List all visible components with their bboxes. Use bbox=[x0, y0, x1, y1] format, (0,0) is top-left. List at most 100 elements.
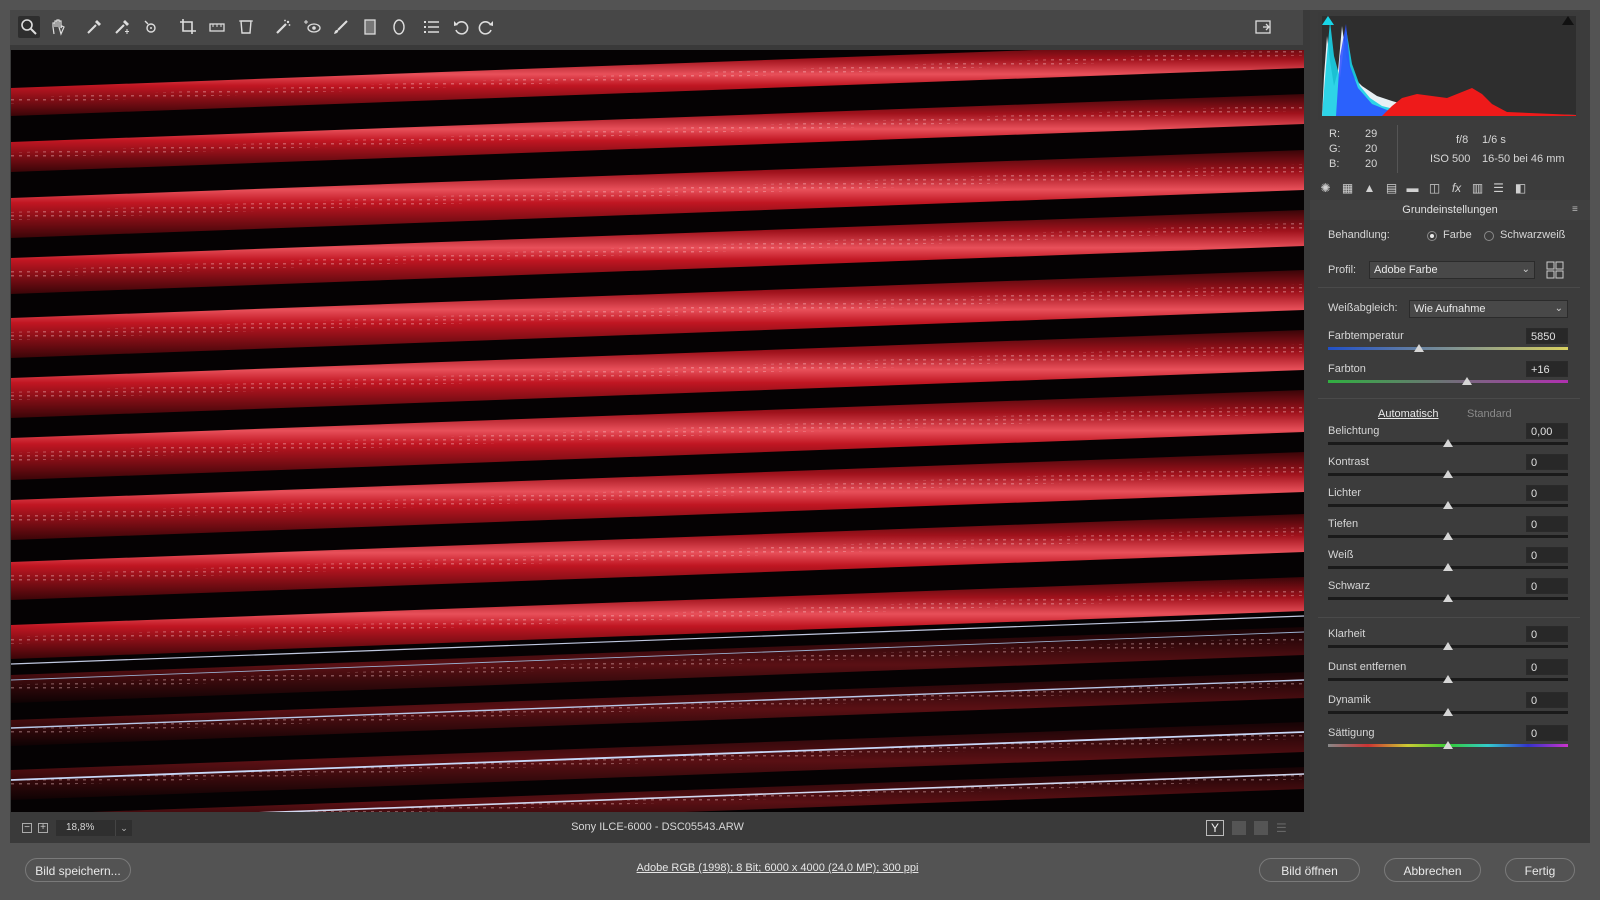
slider-track[interactable] bbox=[1328, 347, 1568, 350]
red-eye-icon[interactable] bbox=[301, 16, 323, 38]
calibration-tab-icon[interactable]: ▥ bbox=[1469, 179, 1486, 196]
slider-thumb[interactable] bbox=[1443, 741, 1453, 749]
snapshots-tab-icon[interactable]: ◧ bbox=[1512, 179, 1529, 196]
radial-filter-icon[interactable] bbox=[388, 16, 410, 38]
slider-value-field[interactable]: 0 bbox=[1526, 692, 1568, 708]
transform-icon[interactable] bbox=[235, 16, 257, 38]
preview-status-bar: − + 18,8% ⌄ Sony ILCE-6000 - DSC05543.AR… bbox=[10, 815, 1305, 843]
panel-tabs: ✺ ▦ ▲ ▤ ▬ ◫ fx ▥ ☰ ◧ bbox=[1315, 176, 1585, 200]
color-sampler-icon[interactable] bbox=[111, 16, 133, 38]
crop-icon[interactable] bbox=[177, 16, 199, 38]
treatment-color-label[interactable]: Farbe bbox=[1443, 229, 1472, 241]
slider-thumb[interactable] bbox=[1443, 675, 1453, 683]
fullscreen-icon[interactable] bbox=[1252, 16, 1274, 38]
slider-thumb[interactable] bbox=[1443, 563, 1453, 571]
slider-value-field[interactable]: 0 bbox=[1526, 516, 1568, 532]
open-image-button[interactable]: Bild öffnen bbox=[1259, 858, 1360, 882]
g-label: G: bbox=[1329, 143, 1341, 155]
slider-label: Schwarz bbox=[1328, 580, 1371, 592]
slider-label: Dunst entfernen bbox=[1328, 661, 1407, 673]
lens-corrections-tab-icon[interactable]: ◫ bbox=[1426, 179, 1443, 196]
panel-menu-icon[interactable]: ≡ bbox=[1572, 205, 1582, 215]
effects-tab-icon[interactable]: fx bbox=[1448, 179, 1465, 196]
treatment-bw-label[interactable]: Schwarzweiß bbox=[1500, 229, 1565, 241]
slider-value-field[interactable]: 0 bbox=[1526, 725, 1568, 741]
preferences-icon[interactable] bbox=[421, 16, 443, 38]
presets-tab-icon[interactable]: ☰ bbox=[1490, 179, 1507, 196]
cancel-button[interactable]: Abbrechen bbox=[1384, 858, 1481, 882]
spot-removal-icon[interactable] bbox=[272, 16, 294, 38]
slider-value-field[interactable]: 0 bbox=[1526, 454, 1568, 470]
slider-label: Sättigung bbox=[1328, 727, 1375, 739]
graduated-filter-icon[interactable] bbox=[359, 16, 381, 38]
basic-tab-icon[interactable]: ✺ bbox=[1317, 179, 1334, 196]
slider-track[interactable] bbox=[1328, 380, 1568, 383]
tone-curve-tab-icon[interactable]: ▦ bbox=[1339, 179, 1356, 196]
slider-value-field[interactable]: 0 bbox=[1526, 626, 1568, 642]
detail-tab-icon[interactable]: ▲ bbox=[1361, 179, 1378, 196]
slider-value-field[interactable]: 0,00 bbox=[1526, 423, 1568, 439]
toolbar bbox=[10, 10, 1303, 45]
shadow-clipping-warning-icon[interactable] bbox=[1322, 16, 1334, 25]
rotate-cw-icon[interactable] bbox=[475, 16, 497, 38]
slider-label: Belichtung bbox=[1328, 425, 1380, 437]
copy-settings-icon[interactable] bbox=[1254, 821, 1268, 835]
slider-thumb[interactable] bbox=[1443, 708, 1453, 716]
histogram-graph bbox=[1322, 21, 1576, 116]
done-button[interactable]: Fertig bbox=[1505, 858, 1575, 882]
shutter-speed: 1/6 s bbox=[1482, 134, 1506, 146]
slider-thumb[interactable] bbox=[1443, 532, 1453, 540]
straighten-icon[interactable] bbox=[206, 16, 228, 38]
photo-canvas bbox=[11, 50, 1304, 812]
slider-thumb[interactable] bbox=[1414, 344, 1425, 352]
histogram bbox=[1318, 12, 1580, 120]
treatment-bw-radio[interactable] bbox=[1484, 231, 1494, 241]
slider-thumb[interactable] bbox=[1443, 594, 1453, 602]
hsl-tab-icon[interactable]: ▤ bbox=[1383, 179, 1400, 196]
white-balance-select[interactable]: Wie Aufnahme ⌄ bbox=[1409, 300, 1568, 318]
slider-thumb[interactable] bbox=[1443, 642, 1453, 650]
adjustment-brush-icon[interactable] bbox=[330, 16, 352, 38]
split-toning-tab-icon[interactable]: ▬ bbox=[1404, 179, 1421, 196]
lens: 16-50 bei 46 mm bbox=[1482, 153, 1565, 165]
profile-select[interactable]: Adobe Farbe ⌄ bbox=[1369, 261, 1535, 279]
preview-settings-icon[interactable]: ☰ bbox=[1276, 821, 1292, 835]
white-balance-icon[interactable] bbox=[83, 16, 105, 38]
slider-label: Farbtemperatur bbox=[1328, 330, 1404, 342]
profile-browser-icon[interactable] bbox=[1546, 261, 1564, 279]
slider-value-field[interactable]: +16 bbox=[1526, 361, 1568, 377]
treatment-color-radio[interactable] bbox=[1427, 231, 1437, 241]
slider-thumb[interactable] bbox=[1443, 501, 1453, 509]
target-adjust-icon[interactable] bbox=[140, 16, 162, 38]
slider-value-field[interactable]: 0 bbox=[1526, 659, 1568, 675]
rotate-ccw-icon[interactable] bbox=[450, 16, 472, 38]
hand-icon[interactable] bbox=[47, 16, 69, 38]
slider-thumb[interactable] bbox=[1462, 377, 1473, 385]
image-preview[interactable] bbox=[11, 50, 1304, 812]
slider-thumb[interactable] bbox=[1443, 439, 1453, 447]
slider-thumb[interactable] bbox=[1443, 470, 1453, 478]
zoom-icon[interactable] bbox=[18, 16, 40, 38]
swap-settings-icon[interactable] bbox=[1232, 821, 1246, 835]
divider bbox=[1318, 287, 1580, 288]
b-label: B: bbox=[1329, 158, 1340, 170]
iso: ISO 500 bbox=[1430, 153, 1471, 165]
b-value: 20 bbox=[1365, 158, 1378, 170]
before-after-toggle[interactable]: Y bbox=[1206, 820, 1224, 836]
white-balance-select-value: Wie Aufnahme bbox=[1414, 303, 1486, 315]
slider-value-field[interactable]: 5850 bbox=[1526, 328, 1568, 344]
highlight-clipping-warning-icon[interactable] bbox=[1562, 16, 1574, 25]
aperture: f/8 bbox=[1456, 134, 1469, 146]
chevron-down-icon: ⌄ bbox=[1554, 303, 1563, 314]
slider-value-field[interactable]: 0 bbox=[1526, 578, 1568, 594]
slider-label: Kontrast bbox=[1328, 456, 1369, 468]
slider-value-field[interactable]: 0 bbox=[1526, 485, 1568, 501]
default-link[interactable]: Standard bbox=[1467, 408, 1512, 420]
chevron-down-icon: ⌄ bbox=[1521, 264, 1530, 275]
g-value: 20 bbox=[1365, 143, 1378, 155]
auto-link[interactable]: Automatisch bbox=[1378, 408, 1439, 420]
slider-label: Dynamik bbox=[1328, 694, 1371, 706]
slider-value-field[interactable]: 0 bbox=[1526, 547, 1568, 563]
file-name: Sony ILCE-6000 - DSC05543.ARW bbox=[571, 821, 744, 833]
profile-select-value: Adobe Farbe bbox=[1374, 264, 1438, 276]
